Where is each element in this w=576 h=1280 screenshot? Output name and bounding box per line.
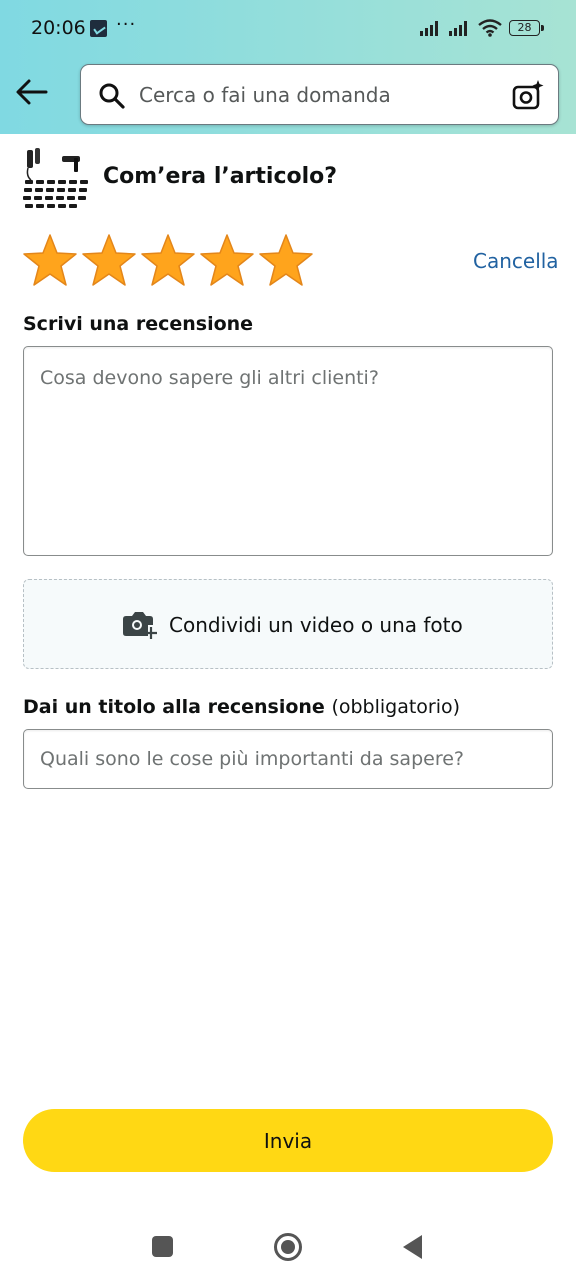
recent-apps-icon[interactable] <box>152 1236 173 1257</box>
system-nav-bar <box>0 1208 576 1280</box>
home-icon[interactable] <box>274 1233 302 1261</box>
star-5-icon[interactable] <box>258 233 314 289</box>
star-4-icon[interactable] <box>199 233 255 289</box>
battery-icon: 28 <box>509 20 544 36</box>
product-question: Com’era l’articolo? <box>103 164 338 189</box>
submit-button[interactable]: Invia <box>23 1109 553 1172</box>
title-field-label: Dai un titolo alla recensione (obbligato… <box>23 696 460 718</box>
cancel-rating-link[interactable]: Cancella <box>473 249 559 273</box>
status-time: 20:06 <box>31 17 86 39</box>
star-3-icon[interactable] <box>140 233 196 289</box>
search-bar[interactable] <box>80 64 559 125</box>
product-thumbnail <box>23 148 88 208</box>
title-label-text: Dai un titolo alla recensione <box>23 696 325 718</box>
camera-search-icon[interactable] <box>512 79 544 111</box>
notification-app-icon <box>90 20 107 37</box>
wifi-icon <box>478 19 502 37</box>
add-photo-icon <box>123 612 157 639</box>
review-textarea[interactable] <box>23 346 553 556</box>
nav-back-icon[interactable] <box>403 1235 422 1259</box>
share-media-button[interactable]: Condividi un video o una foto <box>23 579 553 669</box>
more-notifications-icon: ··· <box>116 14 137 35</box>
search-icon <box>99 83 125 109</box>
signal-icon <box>420 20 442 36</box>
star-1-icon[interactable] <box>22 233 78 289</box>
review-label: Scrivi una recensione <box>23 313 254 335</box>
review-title-input[interactable] <box>23 729 553 789</box>
app-header: 20:06 ··· 28 <box>0 0 576 134</box>
back-arrow-icon[interactable] <box>14 76 50 108</box>
signal-icon-2 <box>449 20 471 36</box>
share-media-label: Condividi un video o una foto <box>169 613 463 637</box>
star-2-icon[interactable] <box>81 233 137 289</box>
status-bar: 20:06 ··· 28 <box>0 0 576 56</box>
search-input[interactable] <box>139 79 499 111</box>
required-note: (obbligatorio) <box>331 696 461 718</box>
